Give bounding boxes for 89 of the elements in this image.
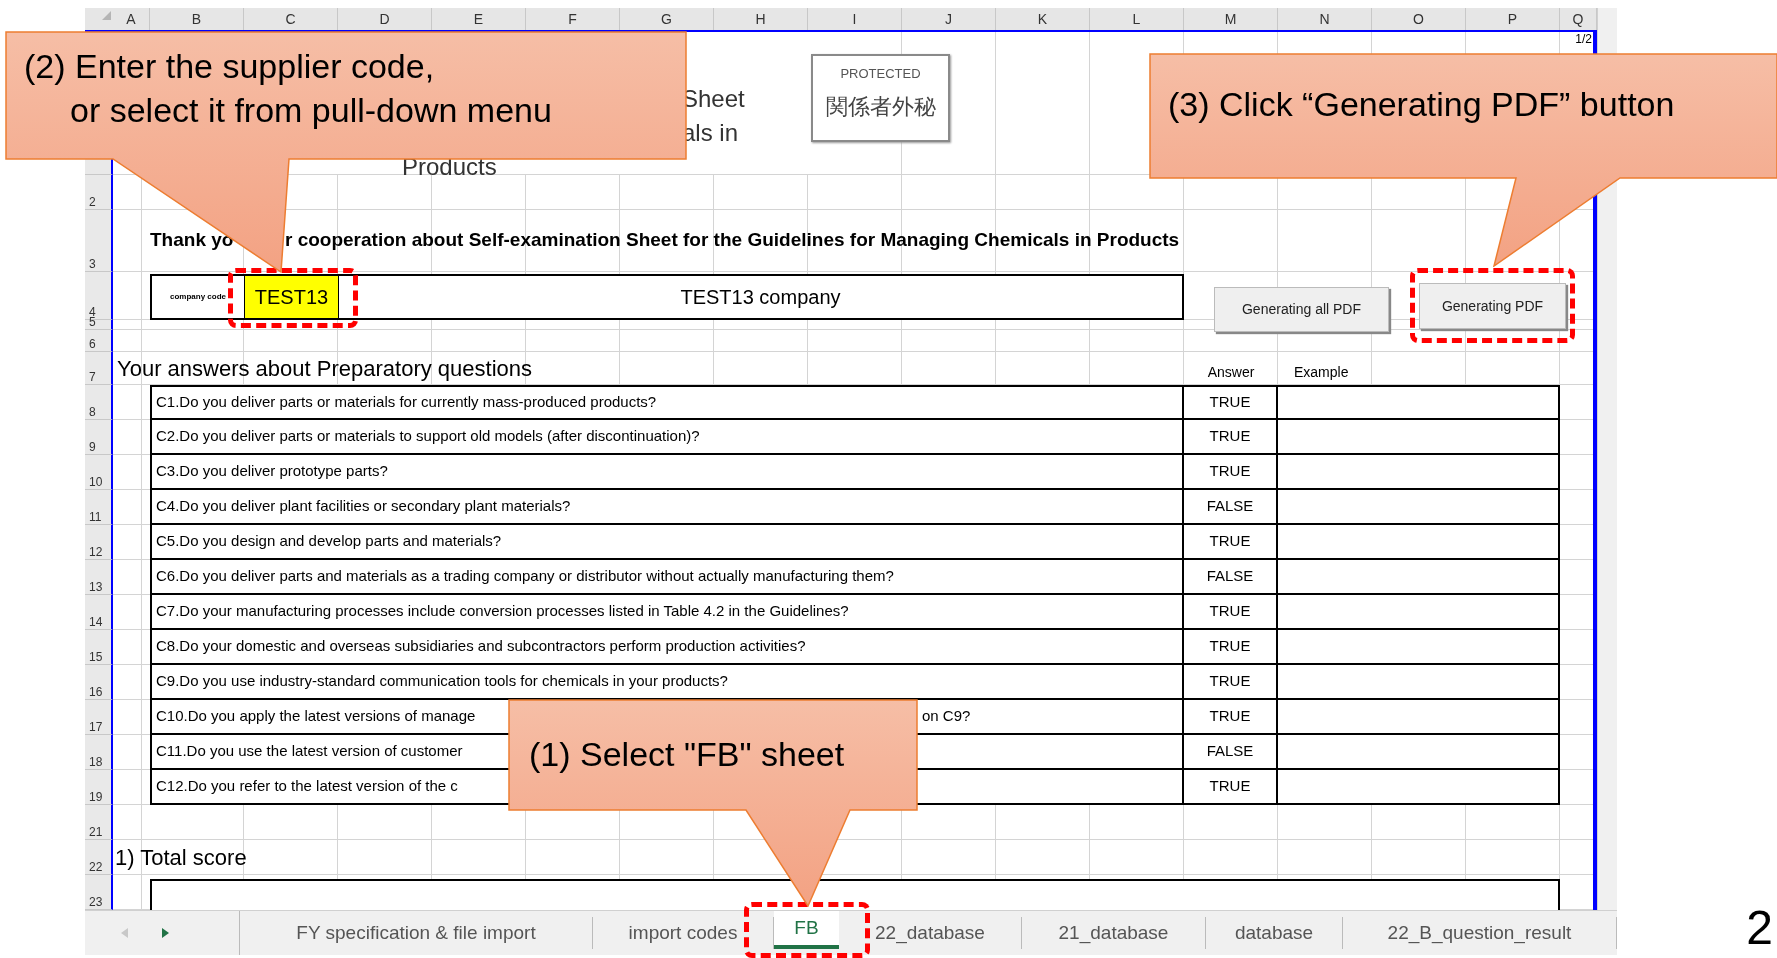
answer-cell: TRUE	[1184, 630, 1278, 665]
question-text: C3.Do you deliver prototype parts?	[156, 461, 388, 482]
row-header[interactable]: 15	[85, 630, 113, 665]
row-header[interactable]: 3	[85, 210, 113, 272]
column-header[interactable]: L	[1132, 12, 1141, 26]
callout-text: (3) Click “Generating PDF” button	[1168, 84, 1675, 125]
sheet-tab[interactable]: 22_B_question_result	[1343, 917, 1617, 949]
row-header[interactable]: 6	[85, 330, 113, 352]
row-header[interactable]: 14	[85, 595, 113, 630]
answer-cell: TRUE	[1184, 595, 1278, 630]
title-text: Products	[402, 152, 497, 182]
row-header[interactable]: 21	[85, 805, 113, 840]
column-header[interactable]: B	[191, 12, 202, 26]
question-text: C5.Do you design and develop parts and materials?	[156, 531, 502, 552]
column-header[interactable]: E	[473, 12, 484, 26]
question-text: on C9?	[922, 706, 971, 727]
row-header[interactable]: 10	[85, 455, 113, 490]
row-header[interactable]: 16	[85, 665, 113, 700]
row-header[interactable]: 7	[85, 352, 113, 385]
generate-button[interactable]: Generating PDF	[1419, 283, 1566, 329]
column-header[interactable]: M	[1224, 12, 1237, 26]
answer-cell: TRUE	[1184, 770, 1278, 805]
answer-cell: TRUE	[1184, 420, 1278, 455]
question-text: C9.Do you use industry-standard communication tools for chemicals in your products?	[156, 671, 728, 692]
column-header[interactable]: J	[945, 12, 952, 26]
column-header[interactable]: I	[852, 12, 857, 26]
section-title: Your answers about Preparatory questions	[116, 355, 532, 383]
page-number: 2	[1746, 904, 1773, 956]
sheet-tab[interactable]: FY specification & file import	[240, 917, 593, 949]
question-text: C12.Do you refer to the latest version of the c	[156, 776, 458, 797]
callout-text: (1) Select "FB" sheet	[529, 734, 845, 775]
row-header[interactable]: 19	[85, 770, 113, 805]
column-header[interactable]: D	[379, 12, 390, 26]
sheet-tab[interactable]: 21_database	[1022, 917, 1206, 949]
question-text: C11.Do you use the latest version of customer	[156, 741, 463, 762]
column-header[interactable]: N	[1319, 12, 1330, 26]
answer-cell: TRUE	[1184, 385, 1278, 420]
row-header[interactable]: 13	[85, 560, 113, 595]
column-header[interactable]: A	[126, 12, 136, 26]
select-all-icon[interactable]	[102, 11, 111, 20]
scroll-right-icon[interactable]	[162, 928, 169, 938]
sheet-tab[interactable]: database	[1206, 917, 1343, 949]
question-text: C8.Do your domestic and overseas subsidiaries and subcontractors perform production activities?	[156, 636, 806, 657]
row-header[interactable]: 22	[85, 840, 113, 875]
thanks-text: r cooperation about Self-examination Sheet for the Guidelines for Managing Chemicals in Products	[285, 227, 1180, 252]
column-header[interactable]: P	[1507, 12, 1518, 26]
answer-cell: FALSE	[1184, 490, 1278, 525]
page-indicator: 1/2	[1575, 32, 1592, 46]
answer-header: Answer	[1207, 363, 1255, 382]
answer-cell: FALSE	[1184, 735, 1278, 770]
callout-text: (2) Enter the supplier code, or select it from pull-down menu	[24, 46, 552, 131]
answer-cell: TRUE	[1184, 700, 1278, 735]
question-text: C10.Do you apply the latest versions of manage	[156, 706, 477, 727]
score-title: 1) Total score	[114, 844, 247, 872]
question-text: C1.Do you deliver parts or materials for currently mass-produced products?	[156, 392, 657, 413]
stamp-text: 関係者外秘	[825, 92, 936, 121]
row-header[interactable]: 18	[85, 735, 113, 770]
question-text: C7.Do your manufacturing processes include conversion processes listed in Table 4.2 in the Guidelines?	[156, 601, 849, 622]
row-header[interactable]: 11	[85, 490, 113, 525]
stamp-label: PROTECTED	[840, 65, 921, 83]
thanks-text: Thank yo	[150, 227, 235, 252]
question-text: C2.Do you deliver parts or materials to support old models (after discontinuation)?	[156, 426, 700, 447]
row-header[interactable]: 8	[85, 385, 113, 420]
scroll-left-icon[interactable]	[121, 928, 128, 938]
column-header[interactable]: G	[661, 12, 672, 26]
column-header[interactable]: C	[285, 12, 296, 26]
answer-cell: TRUE	[1184, 665, 1278, 700]
answer-cell: FALSE	[1184, 560, 1278, 595]
sheet-tab[interactable]: 22_database	[839, 917, 1022, 949]
row-header[interactable]: 12	[85, 525, 113, 560]
answer-cell: TRUE	[1184, 525, 1278, 560]
row-header[interactable]: 17	[85, 700, 113, 735]
question-text: C4.Do you deliver plant facilities or secondary plant materials?	[156, 496, 571, 517]
column-header[interactable]: H	[755, 12, 766, 26]
question-text: C6.Do you deliver parts and materials as a trading company or distributor without actually manufacturing them?	[156, 566, 894, 587]
column-header[interactable]: O	[1413, 12, 1424, 26]
row-header[interactable]: 2	[85, 175, 113, 210]
column-header[interactable]: F	[568, 12, 577, 26]
column-header[interactable]: Q	[1572, 12, 1584, 26]
column-header[interactable]: K	[1037, 12, 1048, 26]
row-header[interactable]: 23	[85, 875, 113, 910]
row-header[interactable]: 9	[85, 420, 113, 455]
company-code-field[interactable]: TEST13	[244, 276, 339, 318]
example-header: Example	[1294, 363, 1349, 382]
generate-button[interactable]: Generating all PDF	[1214, 287, 1389, 332]
answer-cell: TRUE	[1184, 455, 1278, 490]
company-name: TEST13 company	[679, 285, 842, 310]
sheet-tab[interactable]: FB	[774, 911, 839, 949]
company-code-label: company code	[169, 291, 227, 303]
